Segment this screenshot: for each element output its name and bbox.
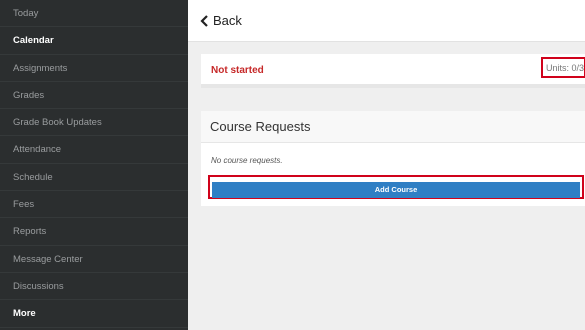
units-highlight: Units: 0/3 [541, 57, 585, 78]
units-count: Units: 0/3 [546, 63, 585, 73]
sidebar-item-attendance[interactable]: Attendance [0, 136, 188, 164]
course-requests-card: Course Requests No course requests. Add … [201, 111, 585, 206]
back-button[interactable]: Back [200, 13, 242, 28]
empty-message: No course requests. [211, 156, 283, 165]
sidebar-item-today[interactable]: Today [0, 0, 188, 28]
back-label: Back [213, 13, 242, 28]
sidebar-item-grades[interactable]: Grades [0, 82, 188, 110]
sidebar-item-grade-book-updates[interactable]: Grade Book Updates [0, 109, 188, 137]
course-requests-title: Course Requests [201, 111, 585, 143]
sidebar-item-calendar[interactable]: Calendar [0, 27, 188, 55]
sidebar-item-schedule[interactable]: Schedule [0, 164, 188, 192]
chevron-left-icon [200, 14, 208, 27]
sidebar-item-more[interactable]: More [0, 300, 188, 328]
status-card: Not started Units: 0/3 [201, 54, 585, 88]
sidebar-item-discussions[interactable]: Discussions [0, 273, 188, 301]
add-course-highlight: Add Course [208, 175, 584, 199]
status-text: Not started [211, 65, 264, 76]
add-course-button[interactable]: Add Course [212, 182, 580, 198]
sidebar-item-reports[interactable]: Reports [0, 218, 188, 246]
sidebar-item-message-center[interactable]: Message Center [0, 246, 188, 273]
sidebar: Today Calendar Assignments Grades Grade … [0, 0, 188, 330]
progress-bar [201, 84, 585, 88]
main-content: Back Not started Units: 0/3 Course Reque… [188, 0, 585, 330]
top-bar: Back [188, 0, 585, 42]
sidebar-item-fees[interactable]: Fees [0, 191, 188, 219]
sidebar-item-assignments[interactable]: Assignments [0, 55, 188, 82]
